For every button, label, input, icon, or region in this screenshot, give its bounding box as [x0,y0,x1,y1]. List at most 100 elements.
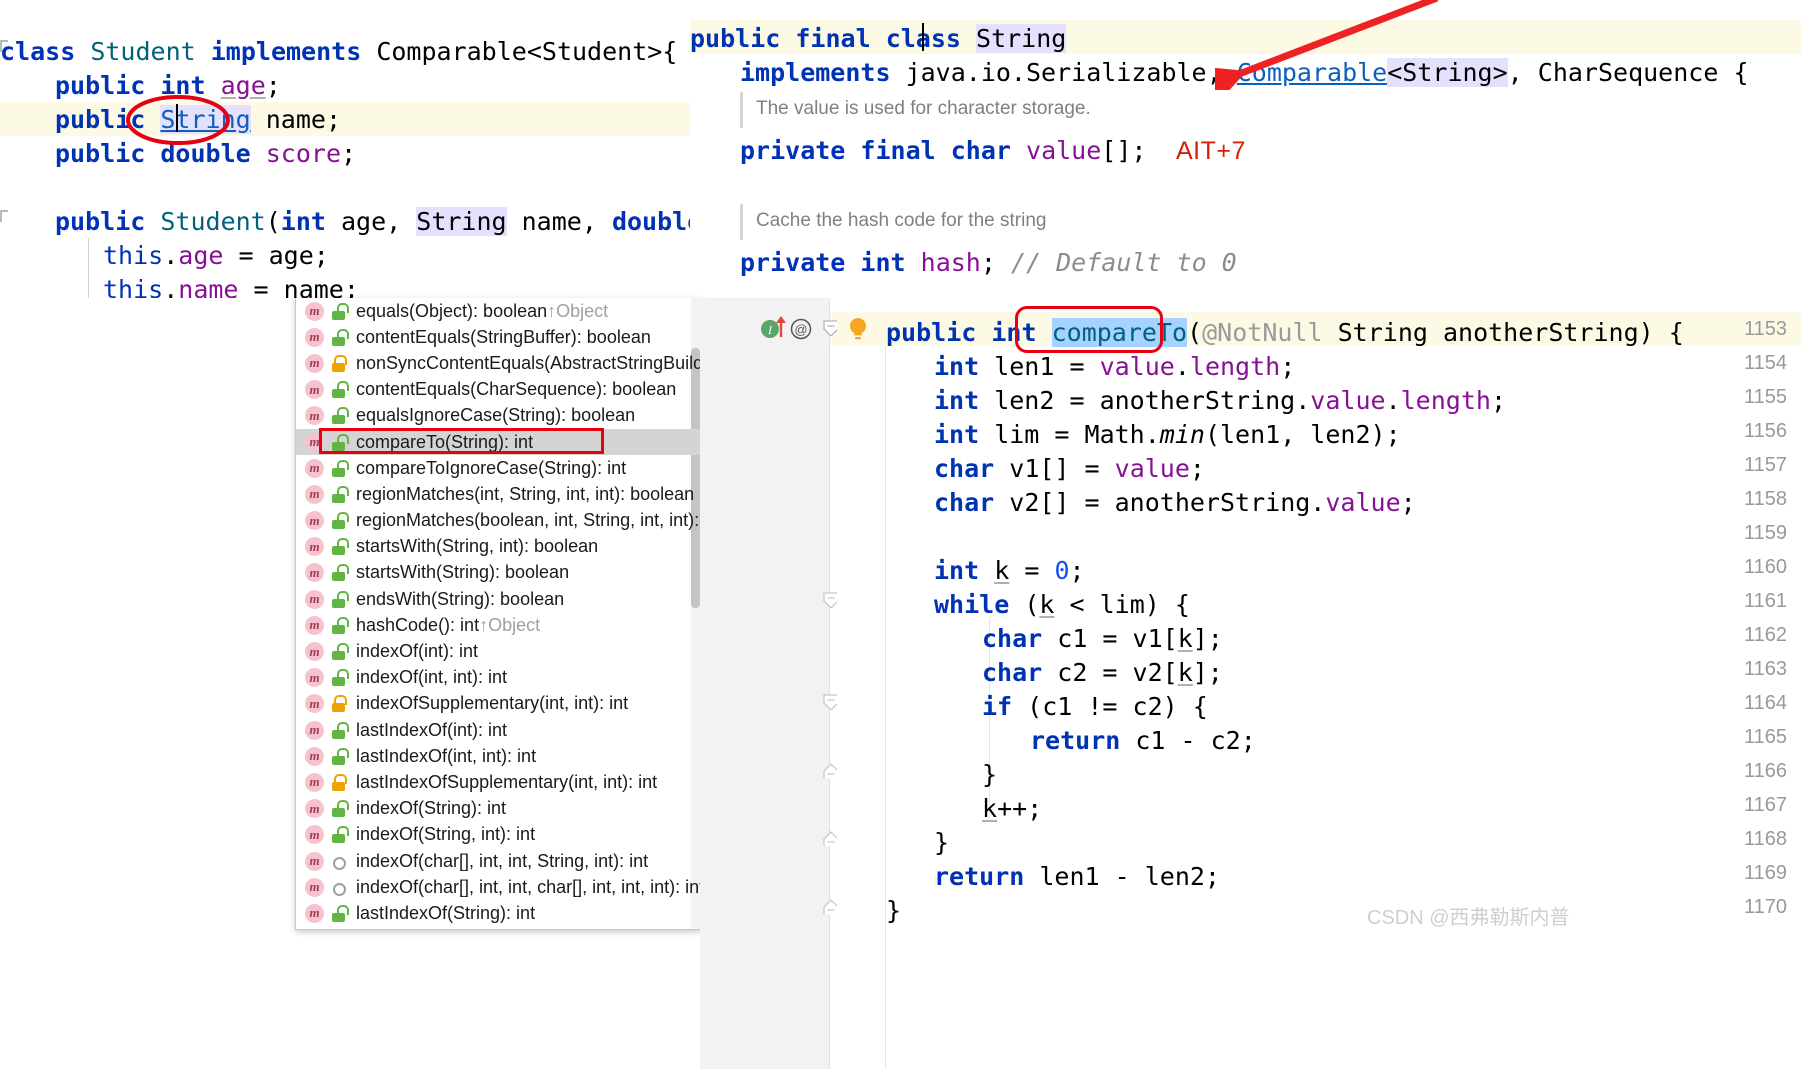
completion-popup[interactable]: m equals(Object): boolean ↑Object m content… [295,298,702,930]
bottom-code-editor[interactable]: 1153 1154 1155 1156 1157 1158 1159 1160 1161 1162… [700,298,1801,1069]
fold-collapse-icon[interactable] [823,320,837,336]
lock-public-icon [331,459,349,477]
method-icon: m [305,511,324,531]
method-icon: m [305,668,324,688]
lock-public-icon [331,616,349,634]
fold-expand-icon[interactable] [823,762,837,778]
annotation-ellipse-string [126,95,230,145]
left-code-editor[interactable]: class Student implements Comparable<Stud… [0,0,838,304]
lock-public-icon [331,328,349,346]
fold-collapse-icon[interactable] [823,694,837,710]
completion-item[interactable]: m indexOfSupplementary(int, int): int [296,691,701,717]
lock-public-icon [331,721,349,739]
fold-expand-icon[interactable] [823,898,837,914]
override-arrow-icon[interactable] [774,315,788,339]
be-line-1169: return len1 - len2; [934,862,1220,891]
annotation-icon[interactable]: @ [790,318,812,340]
lock-protected-icon [331,354,347,372]
method-icon: m [305,589,324,609]
right-code-line-3: private final char value[]; [740,136,1147,165]
right-code-line-1: public final class String [690,24,1067,53]
completion-item-label: lastIndexOf(int): int [356,719,508,740]
line-number: 1155 [1743,386,1787,408]
line-number: 1160 [1743,556,1787,578]
completion-item[interactable]: m regionMatches(boolean, int, String, int… [296,508,701,534]
method-icon: m [305,903,324,923]
method-icon: m [305,851,324,871]
be-line-1167: k++; [982,794,1043,823]
fold-collapse-icon[interactable] [823,592,837,608]
method-icon: m [305,458,324,478]
method-icon: m [305,301,324,321]
editor-gutter[interactable] [700,298,830,1069]
line-number: 1153 [1743,318,1787,340]
completion-item-label: lastIndexOfSupplementary(int, int): int [356,771,658,792]
completion-item-label: contentEquals(CharSequence): boolean [356,379,677,400]
lock-public-icon [331,826,349,844]
gutter-divider [829,298,830,1069]
completion-item[interactable]: m indexOf(char[], int, int, String, int):… [296,848,701,874]
code-fold-icon[interactable] [0,210,10,224]
completion-item[interactable]: m indexOf(char[], int, int, char[], int, … [296,874,701,900]
completion-item-label: regionMatches(int, String, int, int): bo… [356,483,695,504]
completion-item[interactable]: m lastIndexOf(String): int [296,900,701,926]
completion-item[interactable]: m equalsIgnoreCase(String): boolean [296,403,701,429]
method-icon: m [305,825,324,845]
be-line-1168: } [934,828,950,857]
completion-item[interactable]: m nonSyncContentEquals(AbstractStringBuil… [296,350,701,376]
override-source-label: ↑Object [479,614,541,635]
completion-item[interactable]: m startsWith(String): boolean [296,560,701,586]
be-line-1157: char v1[] = value; [934,454,1205,483]
completion-item-label: indexOf(char[], int, int, char[], int, i… [356,876,702,897]
be-line-1158: char v2[] = anotherString.value; [934,488,1416,517]
method-icon: m [305,799,324,819]
be-line-1166: } [982,760,998,789]
method-icon: m [305,772,324,792]
method-icon: m [305,327,324,347]
completion-item[interactable]: m lastIndexOf(int, int): int [296,743,701,769]
completion-item[interactable]: m indexOf(int, int): int [296,665,701,691]
lock-public-icon [331,564,349,582]
completion-item[interactable]: m indexOf(String): int [296,796,701,822]
be-line-1163: char c2 = v2[k]; [982,658,1223,687]
completion-item[interactable]: m indexOf(String, int): int [296,822,701,848]
indent-guide [885,346,886,1069]
lock-public-icon [331,512,349,530]
lock-protected-icon [331,773,347,791]
lock-protected-icon [331,695,347,713]
annotation-box-compareto-source [1015,306,1163,353]
method-icon: m [305,406,324,426]
completion-item[interactable]: m hashCode(): int ↑Object [296,612,701,638]
lock-public-icon [331,904,349,922]
completion-item[interactable]: m lastIndexOf(int): int [296,717,701,743]
be-line-1155: int len2 = anotherString.value.length; [934,386,1506,415]
completion-item[interactable]: m startsWith(String, int): boolean [296,534,701,560]
completion-item-label: contentEquals(StringBuffer): boolean [356,326,651,347]
completion-item-label: indexOf(String, int): int [356,824,536,845]
completion-item-label: indexOf(int, int): int [356,667,508,688]
completion-item[interactable]: m contentEquals(StringBuffer): boolean [296,324,701,350]
completion-item[interactable]: m contentEquals(CharSequence): boolean [296,377,701,403]
completion-item-label: indexOf(char[], int, int, String, int): … [356,850,649,871]
lock-public-icon [331,669,349,687]
annotation-arrow [1215,0,1439,90]
completion-item-list[interactable]: m equals(Object): boolean ↑Object m content… [296,298,701,927]
completion-item[interactable]: m regionMatches(int, String, int, int): b… [296,481,701,507]
line-number: 1156 [1743,420,1787,442]
intention-bulb-icon[interactable] [847,316,869,342]
completion-item-label: lastIndexOf(int, int): int [356,745,537,766]
method-icon: m [305,484,324,504]
be-line-1153: public int compareTo(@NotNull String ano… [886,318,1684,347]
lock-public-icon [331,485,349,503]
method-icon: m [305,746,324,766]
completion-item[interactable]: m indexOf(int): int [296,638,701,664]
completion-item-label: indexOf(int): int [356,641,479,662]
completion-item[interactable]: m equals(Object): boolean ↑Object [296,298,701,324]
completion-item[interactable]: m lastIndexOfSupplementary(int, int): int [296,769,701,795]
line-number: 1166 [1743,760,1787,782]
completion-item-label: startsWith(String, int): boolean [356,536,599,557]
completion-item[interactable]: m compareToIgnoreCase(String): int [296,455,701,481]
override-source-label: ↑Object [547,300,609,321]
fold-expand-icon[interactable] [823,830,837,846]
completion-item[interactable]: m endsWith(String): boolean [296,586,701,612]
